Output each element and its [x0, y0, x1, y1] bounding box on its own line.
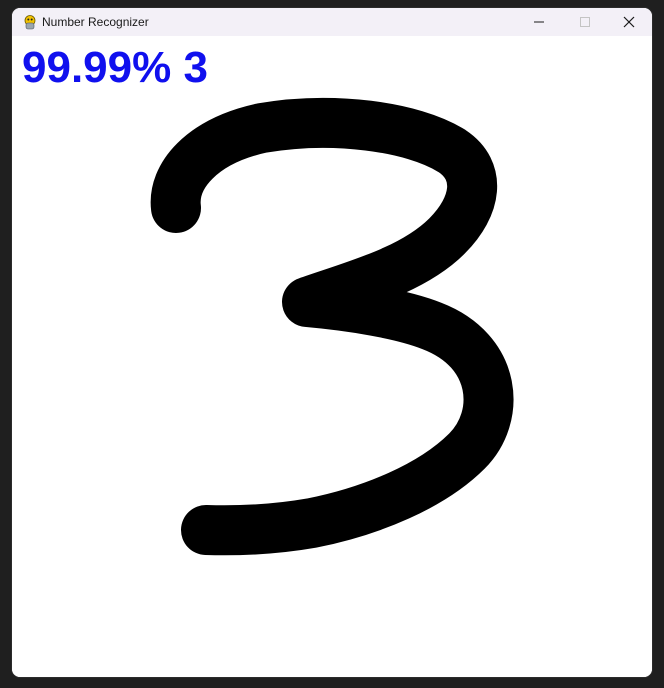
drawing-canvas[interactable]: 99.99% 3	[12, 36, 652, 677]
close-icon	[623, 16, 635, 28]
prediction-confidence: 99.99%	[22, 43, 172, 92]
minimize-button[interactable]	[516, 8, 562, 36]
maximize-button[interactable]	[562, 8, 608, 36]
app-window: Number Recognizer 99.99% 3	[12, 8, 652, 677]
close-button[interactable]	[606, 8, 652, 36]
title-bar[interactable]: Number Recognizer	[12, 8, 652, 36]
prediction-digit: 3	[183, 43, 208, 92]
drawn-digit-stroke	[150, 97, 514, 556]
maximize-icon	[580, 17, 590, 27]
window-title: Number Recognizer	[42, 15, 149, 29]
prediction-label: 99.99% 3	[22, 42, 208, 94]
minimize-icon	[534, 17, 544, 27]
pygame-snake-icon	[22, 14, 38, 30]
